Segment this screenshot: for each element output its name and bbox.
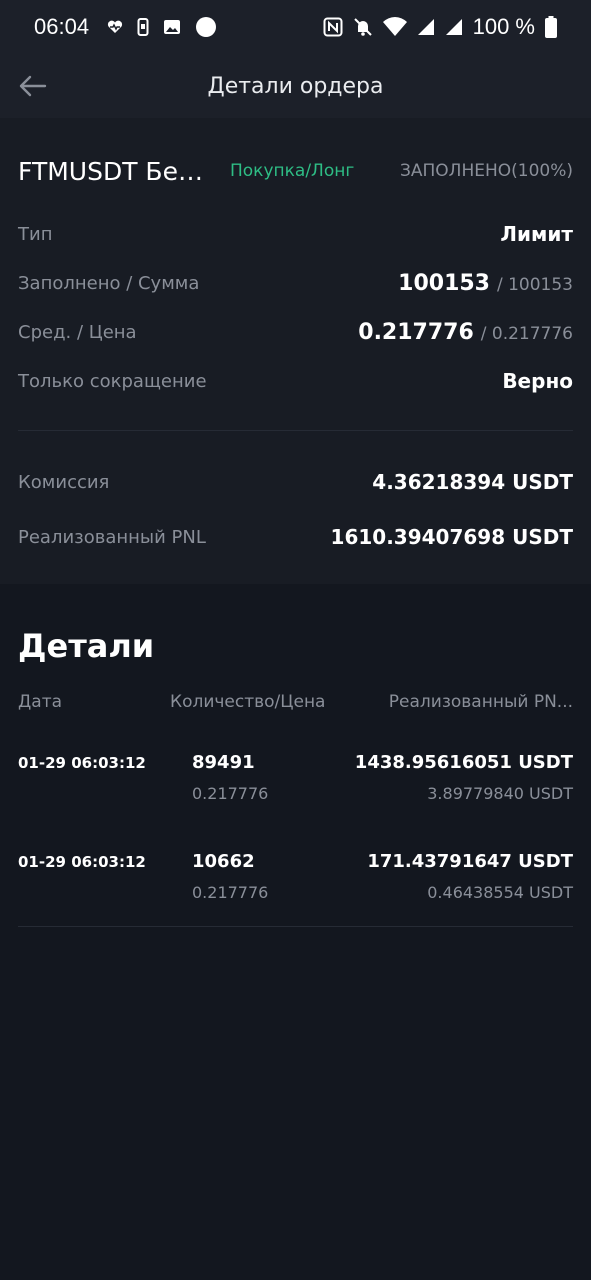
fill-qty: 89491: [192, 752, 255, 773]
phone-icon: [137, 18, 149, 36]
reduce-only-row: Только сокращение Верно: [18, 366, 573, 396]
nfc-icon: [323, 17, 343, 37]
order-type-row: Тип Лимит: [18, 219, 573, 249]
order-status: ЗАПОЛНЕНО(100%): [399, 161, 573, 181]
fill-pnl: 171.43791647 USDT: [367, 851, 573, 872]
order-symbol: FTMUSDT Бес...: [18, 156, 214, 186]
back-button[interactable]: [14, 68, 50, 104]
page-title: Детали ордера: [207, 73, 384, 99]
fill-price: 0.217776: [192, 883, 269, 902]
reduce-only-label: Только сокращение: [18, 370, 207, 392]
fill-pnl: 1438.95616051 USDT: [354, 752, 573, 773]
fee-row: Комиссия 4.36218394 USDT: [18, 467, 573, 497]
realized-pnl-value: 1610.39407698 USDT: [330, 525, 573, 549]
avg-value: 0.217776: [358, 319, 474, 345]
order-title-row: FTMUSDT Бес... Покупка/Лонг ЗАПОЛНЕНО(10…: [18, 154, 573, 188]
heart-icon: [107, 20, 123, 33]
arrow-left-icon: [19, 75, 47, 97]
fee-value: 4.36218394 USDT: [372, 470, 573, 494]
column-date: Дата: [18, 692, 63, 712]
amount-value: / 100153: [496, 274, 573, 295]
details-title: Детали: [18, 627, 155, 665]
fill-fee: 3.89779840 USDT: [427, 784, 573, 803]
dot-icon: [196, 17, 217, 37]
realized-pnl-row: Реализованный PNL 1610.39407698 USDT: [18, 522, 573, 552]
filled-amount-row: Заполнено / Сумма 100153 / 100153: [18, 268, 573, 298]
fill-qty: 10662: [192, 851, 255, 872]
battery-percent: 100 %: [472, 14, 535, 39]
mute-icon: [353, 18, 372, 36]
filled-amount-value: 100153 / 100153: [398, 271, 573, 296]
price-value: / 0.217776: [480, 323, 573, 344]
filled-amount-label: Заполнено / Сумма: [18, 272, 200, 294]
order-side: Покупка/Лонг: [230, 161, 355, 181]
column-qty-price: Количество/Цена: [170, 692, 326, 712]
status-time: 06:04: [34, 14, 90, 39]
order-type-value: Лимит: [500, 222, 573, 246]
wifi-icon: [382, 17, 407, 36]
filled-value: 100153: [398, 270, 490, 296]
status-left-icons: [107, 16, 217, 38]
column-realized-pnl: Реализованный PN...: [388, 692, 573, 712]
fill-date: 01-29 06:03:12: [18, 853, 146, 871]
status-right: 100 %: [323, 14, 557, 40]
table-row: 01-29 06:03:12 89491 0.217776 1438.95616…: [18, 752, 573, 812]
battery-icon: [545, 16, 557, 38]
reduce-only-value: Верно: [502, 369, 573, 393]
divider: [18, 926, 573, 927]
fill-date: 01-29 06:03:12: [18, 754, 146, 772]
order-type-label: Тип: [18, 223, 53, 245]
divider: [18, 430, 573, 431]
avg-price-row: Сред. / Цена 0.217776 / 0.217776: [18, 317, 573, 347]
table-row: 01-29 06:03:12 10662 0.217776 171.437916…: [18, 851, 573, 911]
app-header: Детали ордера: [0, 54, 591, 118]
fee-label: Комиссия: [18, 471, 110, 493]
avg-price-label: Сред. / Цена: [18, 321, 137, 343]
signal-icon: [445, 19, 462, 35]
details-table-header: Дата Количество/Цена Реализованный PN...: [18, 692, 573, 718]
status-bar: 06:04 100 %: [0, 0, 591, 54]
fill-fee: 0.46438554 USDT: [427, 883, 573, 902]
signal-icon: [417, 19, 434, 35]
image-icon: [164, 20, 181, 34]
fill-price: 0.217776: [192, 784, 269, 803]
realized-pnl-label: Реализованный PNL: [18, 526, 206, 548]
order-summary-card: FTMUSDT Бес... Покупка/Лонг ЗАПОЛНЕНО(10…: [0, 118, 591, 584]
avg-price-value: 0.217776 / 0.217776: [358, 320, 573, 345]
